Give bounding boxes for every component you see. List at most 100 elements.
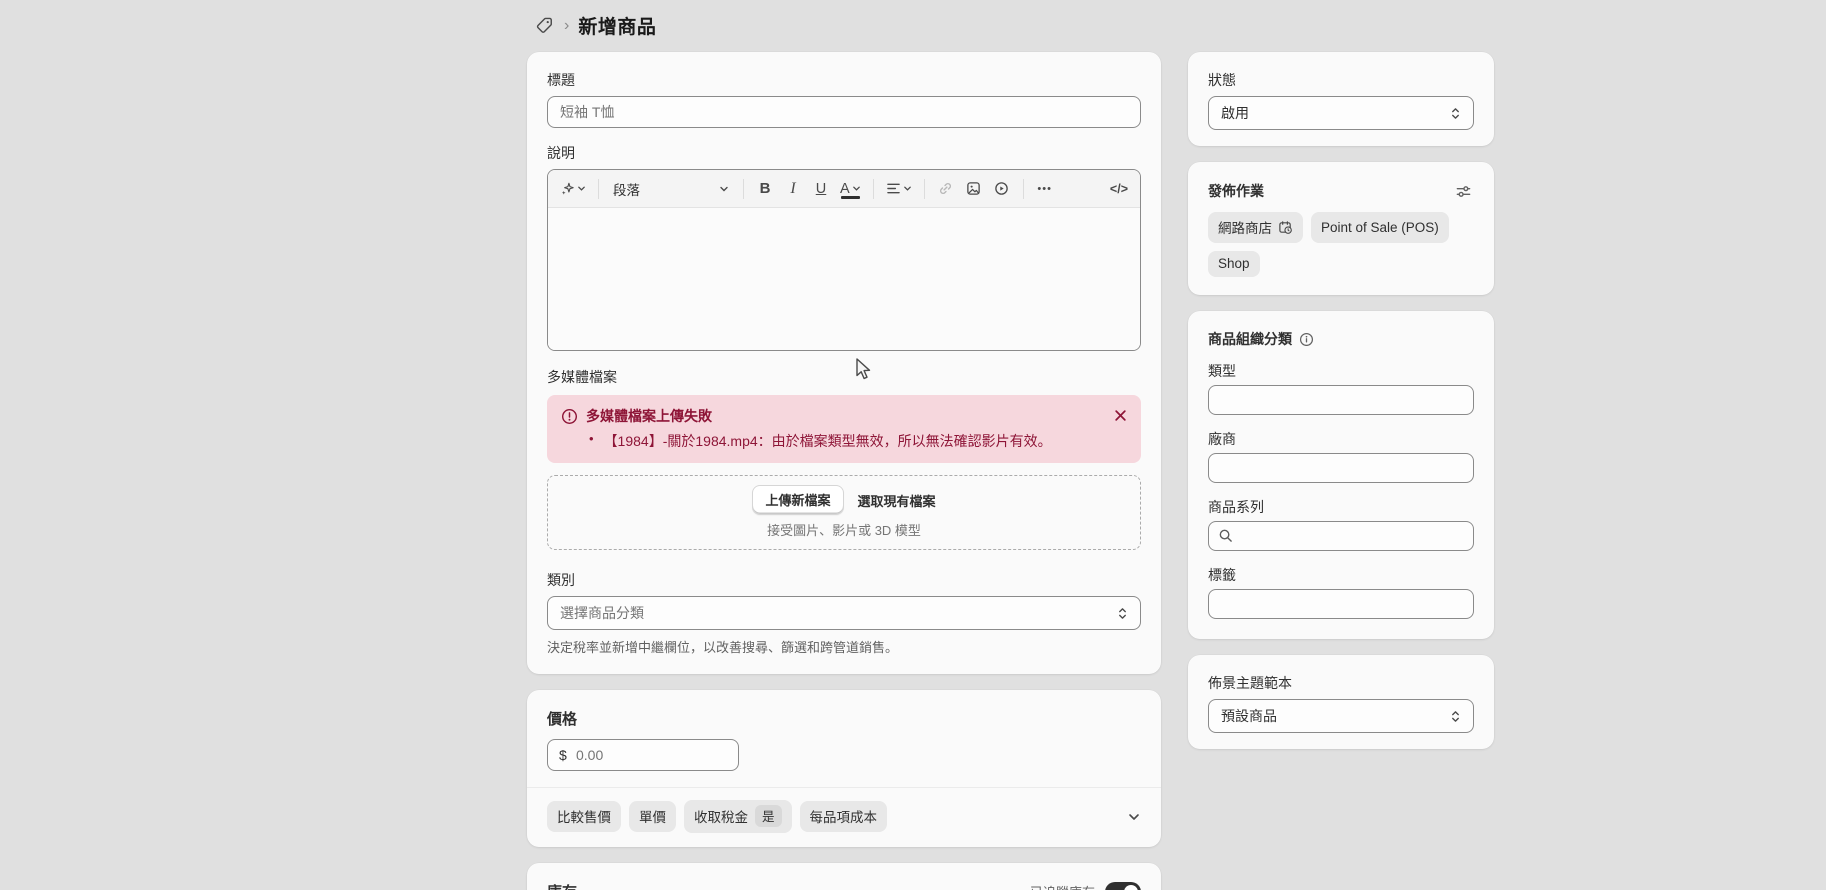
sparkle-icon [560,181,575,196]
sidebar: 狀態 啟用 發佈作業 網路商店 [1188,52,1494,765]
inventory-tracked-toggle[interactable] [1105,882,1141,890]
theme-template-value: 預設商品 [1221,706,1450,726]
publishing-card: 發佈作業 網路商店 Point of Sale (P [1188,162,1494,295]
chevron-down-icon [903,184,912,193]
tags-input[interactable] [1208,589,1474,619]
organization-title: 商品組織分類 [1208,329,1292,349]
description-label: 說明 [547,143,1141,163]
insert-image-button[interactable] [961,175,987,203]
unit-price-pill[interactable]: 單價 [629,801,676,832]
main-column: 標題 說明 段落 B I U [527,52,1161,890]
more-options-button[interactable]: ••• [1032,175,1058,203]
category-select[interactable]: 選擇商品分類 [547,596,1141,630]
type-label: 類型 [1208,361,1474,381]
description-editor: 段落 B I U A [547,169,1141,351]
editor-toolbar: 段落 B I U A [548,170,1140,208]
pill-label: 收取稅金 [694,806,748,826]
charge-tax-pill[interactable]: 收取稅金 是 [684,800,792,833]
toggle-knob [1124,885,1138,890]
vendor-input[interactable] [1208,453,1474,483]
underline-button[interactable]: U [808,175,834,203]
code-view-button[interactable]: </> [1106,175,1132,203]
vendor-label: 廠商 [1208,429,1474,449]
category-label: 類別 [547,570,1141,590]
text-color-button[interactable]: A [836,175,865,203]
category-help-text: 決定稅率並新增中繼欄位，以改善搜尋、篩選和跨管道銷售。 [547,637,1141,656]
select-chevrons-icon [1450,709,1461,724]
media-error-banner: 多媒體檔案上傳失敗 • 【1984】-關於1984.mp4：由於檔案類型無效，所… [547,395,1141,463]
publishing-title: 發佈作業 [1208,181,1264,201]
category-placeholder: 選擇商品分類 [560,603,1117,623]
insert-video-button[interactable] [989,175,1015,203]
channel-label: Point of Sale (POS) [1321,220,1439,235]
channel-label: 網路商店 [1218,217,1272,237]
calendar-clock-icon [1278,220,1293,235]
collections-search-input[interactable] [1208,521,1474,551]
products-tag-icon[interactable] [533,15,555,37]
paragraph-style-dropdown[interactable]: 段落 [607,175,735,203]
pill-label: 單價 [639,806,666,826]
channel-online-store-badge: 網路商店 [1208,212,1303,243]
link-button[interactable] [933,175,959,203]
title-input[interactable] [547,96,1141,128]
status-value: 啟用 [1221,103,1450,123]
channel-pos-badge: Point of Sale (POS) [1311,212,1449,243]
warning-circle-icon [561,408,578,425]
theme-template-label: 佈景主題範本 [1208,673,1474,693]
channel-shop-badge: Shop [1208,251,1260,277]
pill-label: 每品項成本 [810,806,878,826]
price-input[interactable] [547,739,739,771]
theme-template-card: 佈景主題範本 預設商品 [1188,655,1494,749]
select-chevrons-icon [1117,606,1128,621]
info-icon[interactable] [1299,332,1314,347]
media-error-title: 多媒體檔案上傳失敗 [586,406,712,426]
chevron-down-icon [577,184,586,193]
ai-sparkle-button[interactable] [556,175,590,203]
inventory-card: 庫存 已追蹤庫存 [527,863,1161,890]
price-title: 價格 [547,708,1141,729]
dropzone-hint: 接受圖片、影片或 3D 模型 [558,520,1130,539]
publishing-settings-icon[interactable] [1452,180,1474,202]
status-select[interactable]: 啟用 [1208,96,1474,130]
alignment-button[interactable] [882,175,916,203]
inventory-tracked-label: 已追蹤庫存 [1030,882,1095,890]
close-icon[interactable] [1111,406,1129,424]
product-form-card: 標題 說明 段落 B I U [527,52,1161,674]
charge-tax-value: 是 [755,805,782,827]
breadcrumb-separator: › [563,17,570,35]
channel-label: Shop [1218,256,1250,271]
search-icon [1218,528,1233,548]
collapse-chevron-icon[interactable] [1127,810,1141,824]
italic-button[interactable]: I [780,175,806,203]
description-textarea[interactable] [548,208,1140,350]
compare-at-price-pill[interactable]: 比較售價 [547,801,621,832]
currency-prefix: $ [559,747,567,763]
text-color-glyph: A [840,181,850,197]
bold-button[interactable]: B [752,175,778,203]
collections-label: 商品系列 [1208,497,1474,517]
theme-template-select[interactable]: 預設商品 [1208,699,1474,733]
color-bar [841,196,860,199]
status-card: 狀態 啟用 [1188,52,1494,146]
chevron-down-icon [719,184,729,194]
page-title: 新增商品 [578,12,656,39]
error-bullet: • [589,431,594,451]
paragraph-style-label: 段落 [613,179,640,199]
align-left-icon [886,182,901,195]
select-existing-file-button[interactable]: 選取現有檔案 [858,491,936,510]
organization-card: 商品組織分類 類型 廠商 商品系列 [1188,311,1494,639]
media-error-detail: 【1984】-關於1984.mp4：由於檔案類型無效，所以無法確認影片有效。 [604,431,1052,451]
play-circle-icon [994,181,1009,196]
link-icon [938,181,953,196]
type-input[interactable] [1208,385,1474,415]
media-dropzone[interactable]: 上傳新檔案 選取現有檔案 接受圖片、影片或 3D 模型 [547,475,1141,550]
title-label: 標題 [547,70,1141,90]
chevron-down-icon [852,184,861,193]
price-card: 價格 $ 比較售價 單價 收取稅金 是 每品項成本 [527,690,1161,847]
inventory-title: 庫存 [547,881,577,890]
price-options-row: 比較售價 單價 收取稅金 是 每品項成本 [527,787,1161,847]
upload-new-file-button[interactable]: 上傳新檔案 [752,485,843,515]
cost-per-item-pill[interactable]: 每品項成本 [800,801,888,832]
select-chevrons-icon [1450,106,1461,121]
tags-label: 標籤 [1208,565,1474,585]
